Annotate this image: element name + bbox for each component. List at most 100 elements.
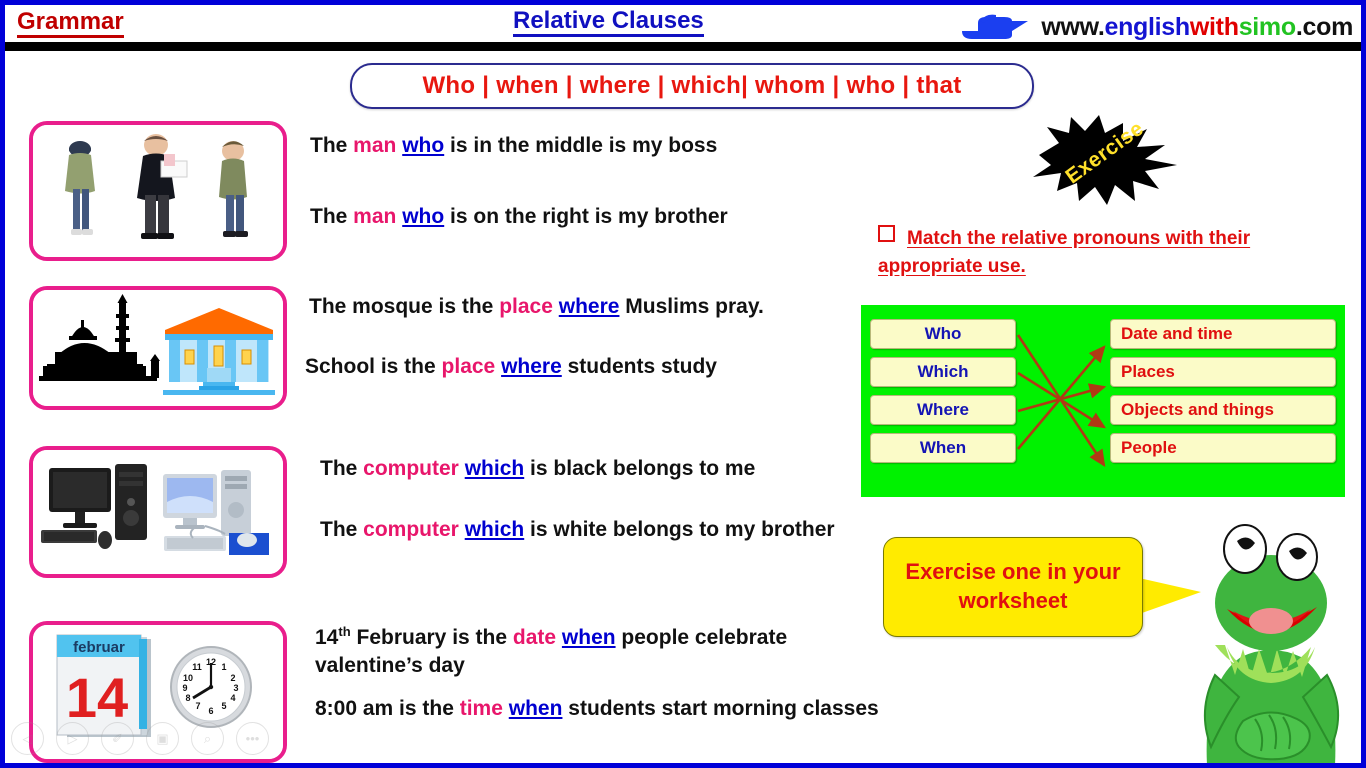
sentence-text: is black belongs to me [524, 457, 756, 480]
url-part-english: english [1104, 13, 1190, 41]
page-category-label: Grammar [17, 9, 124, 39]
svg-text:6: 6 [208, 706, 213, 716]
pronoun-banner-text: Who | when | where | which| whom | who |… [422, 72, 962, 99]
next-slide-button[interactable]: ▷ [56, 722, 89, 755]
sentence-2a: The mosque is the place where Muslims pr… [309, 293, 764, 321]
slide: Grammar Relative Clauses www.englishwith… [0, 0, 1366, 768]
relative-pronoun: when [561, 626, 616, 649]
relative-pronoun: where [501, 355, 562, 378]
match-option-label: Which [917, 362, 969, 381]
match-option-label: Objects and things [1121, 400, 1275, 419]
sentence-text: The [320, 518, 364, 541]
arrow-which-objects [1017, 371, 1106, 429]
sentence-text: The mosque is the [309, 295, 500, 318]
pointing-hand-icon [960, 11, 1030, 43]
exercise-instruction: Match the relative pronouns with their a… [878, 225, 1353, 280]
relative-pronoun: who [402, 205, 445, 228]
match-option-right[interactable]: Objects and things [1110, 395, 1336, 425]
sentence-text: is on the right is my brother [444, 205, 728, 228]
presentation-toolbar[interactable]: ◁ ▷ ✐ ▣ ⌕ ••• [11, 722, 269, 755]
match-option-left[interactable]: When [870, 433, 1016, 463]
kermit-frog-illustration [1181, 497, 1361, 763]
relative-pronoun: which [464, 518, 525, 541]
match-option-label: Date and time [1121, 324, 1233, 343]
svg-text:10: 10 [183, 673, 193, 683]
ordinal-suffix: th [338, 624, 351, 639]
match-option-left[interactable]: Where [870, 395, 1016, 425]
match-option-left[interactable]: Which [870, 357, 1016, 387]
page-title: Relative Clauses [513, 8, 704, 38]
more-options-button[interactable]: ••• [236, 722, 269, 755]
arrow-when-date [1017, 345, 1106, 450]
highlight-noun: place [441, 355, 496, 378]
svg-text:7: 7 [195, 701, 200, 711]
match-option-right[interactable]: People [1110, 433, 1336, 463]
sentence-text: School is the [305, 355, 442, 378]
slide-header: Grammar Relative Clauses www.englishwith… [5, 5, 1361, 43]
svg-text:11: 11 [192, 662, 202, 672]
svg-text:3: 3 [233, 683, 238, 693]
all-slides-button[interactable]: ▣ [146, 722, 179, 755]
sentence-3b: The computer which is white belongs to m… [320, 516, 840, 544]
sentence-3a: The computer which is black belongs to m… [320, 455, 850, 483]
arrow-where-places [1017, 383, 1107, 413]
url-part-www: www. [1041, 13, 1105, 41]
header-divider-bar [40, 42, 1361, 51]
sentence-1b: The man who is on the right is my brothe… [310, 203, 728, 231]
match-option-label: Places [1121, 362, 1175, 381]
header-divider-bar-left [5, 42, 45, 51]
three-men-photo [33, 125, 283, 257]
matching-exercise: Who Which Where When Date and time Place… [861, 305, 1345, 497]
mosque-school-image-frame [29, 286, 287, 410]
sentence-2b: School is the place where students study [305, 353, 717, 381]
pen-tool-button[interactable]: ✐ [101, 722, 134, 755]
sentence-text: The [310, 134, 354, 157]
sentence-4b: 8:00 am is the time when students start … [315, 695, 885, 723]
speech-bubble-text: Exercise one in your worksheet [905, 559, 1121, 613]
highlight-noun: man [353, 134, 397, 157]
url-part-com: .com [1295, 13, 1353, 41]
relative-pronoun: who [402, 134, 445, 157]
relative-pronoun: when [508, 697, 563, 720]
url-part-simo: simo [1238, 13, 1296, 41]
zoom-button[interactable]: ⌕ [191, 722, 224, 755]
match-option-label: When [919, 438, 967, 457]
square-bullet-icon [878, 225, 895, 242]
matching-left-column: Who Which Where When [870, 319, 1016, 471]
sentence-text: is in the middle is my boss [444, 134, 718, 157]
highlight-noun: man [353, 205, 397, 228]
exercise-instruction-text: Match the relative pronouns with their a… [878, 228, 1251, 277]
highlight-noun: date [512, 626, 557, 649]
sentence-text: The [310, 205, 354, 228]
two-desktop-computers-illustration [33, 450, 283, 574]
svg-text:9: 9 [182, 683, 187, 693]
highlight-noun: computer [363, 518, 459, 541]
highlight-noun: time [459, 697, 503, 720]
speech-bubble: Exercise one in your worksheet [883, 537, 1143, 637]
sentence-text: 8:00 am is the [315, 697, 460, 720]
match-option-left[interactable]: Who [870, 319, 1016, 349]
matching-right-column: Date and time Places Objects and things … [1110, 319, 1336, 471]
sentence-text: Muslims pray. [619, 295, 764, 318]
match-option-right[interactable]: Places [1110, 357, 1336, 387]
svg-text:8: 8 [185, 693, 190, 703]
three-men-photo-frame [29, 121, 287, 261]
sentence-text: The [320, 457, 364, 480]
sentence-text: 14 [315, 626, 339, 649]
computers-image-frame [29, 446, 287, 578]
sentence-4a: 14th February is the date when people ce… [315, 623, 875, 680]
sentence-text: students start morning classes [562, 697, 879, 720]
match-option-right[interactable]: Date and time [1110, 319, 1336, 349]
sentence-text: students study [561, 355, 717, 378]
arrow-who-people [1016, 334, 1106, 467]
relative-pronoun: where [558, 295, 620, 318]
pronoun-banner: Who | when | where | which| whom | who |… [350, 63, 1034, 109]
sentence-1a: The man who is in the middle is my boss [310, 132, 717, 160]
website-url: www.englishwithsimo.com [1041, 13, 1353, 42]
svg-text:1: 1 [221, 662, 226, 672]
sentence-text: February is the [350, 626, 513, 649]
highlight-noun: computer [363, 457, 459, 480]
exercise-starburst: Exercise [1025, 115, 1185, 205]
sentence-text: is white belongs to my brother [524, 518, 835, 541]
previous-slide-button[interactable]: ◁ [11, 722, 44, 755]
